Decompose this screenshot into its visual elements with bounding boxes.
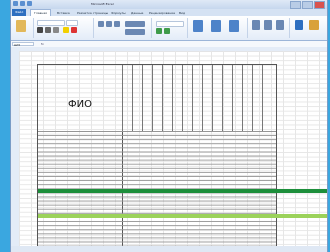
window-controls: [290, 1, 325, 9]
redo-icon[interactable]: [27, 1, 32, 6]
cells-group: [249, 18, 290, 38]
tab-formulas[interactable]: Формулы: [111, 11, 126, 15]
percent-icon[interactable]: [164, 28, 170, 34]
font-group: [35, 18, 94, 38]
cell-styles-icon[interactable]: [229, 20, 239, 32]
number-format-select[interactable]: [156, 21, 184, 27]
align-right-icon[interactable]: [114, 21, 120, 27]
attendance-table: ФИО: [37, 64, 327, 252]
close-button[interactable]: [314, 1, 325, 9]
italic-icon[interactable]: [45, 27, 51, 33]
ribbon: [11, 16, 327, 41]
insert-cells-icon[interactable]: [252, 20, 260, 30]
name-box[interactable]: A23: [12, 42, 34, 47]
quick-access-toolbar: [13, 1, 32, 6]
delete-cells-icon[interactable]: [264, 20, 272, 30]
sheet-tabs-bar[interactable]: [11, 246, 327, 252]
save-icon[interactable]: [13, 1, 18, 6]
tab-page-layout[interactable]: Разметка страницы: [77, 11, 108, 15]
highlighted-row-lime: [38, 214, 327, 218]
alignment-group: [95, 18, 152, 38]
fio-header: ФИО: [68, 99, 92, 110]
sort-filter-icon[interactable]: [309, 20, 319, 30]
tab-file[interactable]: Файл: [12, 9, 27, 16]
minimize-button[interactable]: [290, 1, 301, 9]
merge-cells-icon[interactable]: [125, 29, 145, 35]
number-group: [153, 18, 188, 38]
align-left-icon[interactable]: [98, 21, 104, 27]
align-center-icon[interactable]: [106, 21, 112, 27]
currency-icon[interactable]: [156, 28, 162, 34]
clipboard-group: [13, 18, 34, 38]
editing-group: [291, 18, 325, 38]
sum-icon[interactable]: [295, 20, 303, 30]
fill-color-icon[interactable]: [63, 27, 69, 33]
title-bar: Microsoft Excel: [11, 0, 327, 9]
bold-icon[interactable]: [37, 27, 43, 33]
maximize-button[interactable]: [302, 1, 313, 9]
fx-icon[interactable]: fx: [41, 42, 44, 46]
undo-icon[interactable]: [20, 1, 25, 6]
tab-view[interactable]: Вид: [179, 11, 185, 15]
table-header: ФИО: [38, 65, 276, 132]
ribbon-tabs: Файл Главная Вставка Разметка страницы Ф…: [11, 9, 327, 17]
conditional-formatting-icon[interactable]: [193, 20, 203, 32]
format-as-table-icon[interactable]: [211, 20, 221, 32]
underline-icon[interactable]: [53, 27, 59, 33]
format-cells-icon[interactable]: [276, 20, 284, 30]
tab-insert[interactable]: Вставка: [57, 11, 70, 15]
highlighted-row-green: [38, 189, 327, 193]
paste-icon[interactable]: [16, 20, 26, 32]
styles-group: [189, 18, 248, 38]
excel-window: Microsoft Excel Файл Главная Вставка Раз…: [10, 0, 328, 252]
wrap-text-icon[interactable]: [125, 21, 145, 27]
window-title: Microsoft Excel: [91, 2, 114, 6]
tab-review[interactable]: Рецензирование: [149, 11, 175, 15]
tab-data[interactable]: Данные: [131, 11, 143, 15]
font-size-select[interactable]: [66, 20, 78, 26]
font-name-select[interactable]: [37, 20, 65, 26]
font-color-icon[interactable]: [71, 27, 77, 33]
